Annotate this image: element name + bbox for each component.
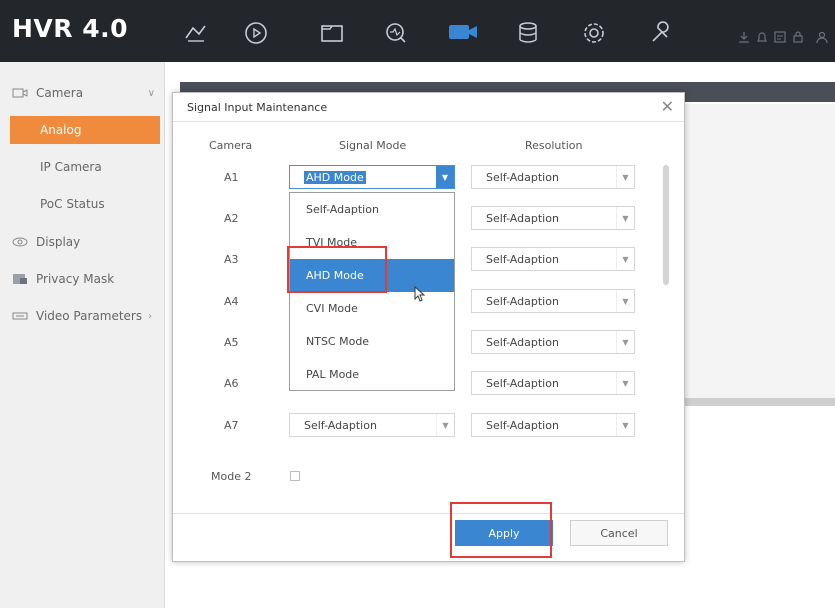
download-icon[interactable] bbox=[737, 29, 751, 43]
divider bbox=[173, 121, 684, 122]
camera-label: A4 bbox=[224, 295, 239, 308]
video-parameters-icon bbox=[12, 310, 28, 322]
camera-label: A2 bbox=[224, 212, 239, 225]
sidebar-item-video-parameters[interactable]: Video Parameters › bbox=[0, 302, 165, 330]
chevron-down-icon: ∨ bbox=[147, 87, 155, 99]
user-icon[interactable] bbox=[815, 29, 829, 44]
camera-label: A6 bbox=[224, 377, 239, 390]
storage-icon[interactable] bbox=[515, 20, 541, 46]
chevron-down-icon: ▼ bbox=[616, 331, 634, 353]
resolution-select-a2[interactable]: Self-Adaption ▼ bbox=[471, 206, 635, 230]
highlight-box bbox=[450, 502, 552, 558]
background-horizontal-scrollbar[interactable] bbox=[683, 398, 835, 406]
camera-label: A3 bbox=[224, 253, 239, 266]
resolution-select-a4[interactable]: Self-Adaption ▼ bbox=[471, 289, 635, 313]
message-icon[interactable] bbox=[773, 29, 787, 43]
sidebar-item-display[interactable]: Display bbox=[0, 228, 165, 256]
camera-label: A7 bbox=[224, 419, 239, 432]
dialog-title: Signal Input Maintenance bbox=[187, 101, 328, 114]
configuration-icon[interactable] bbox=[581, 20, 607, 46]
file-management-icon[interactable] bbox=[319, 20, 345, 46]
sidebar: Camera ∨ Analog IP Camera PoC Status Dis… bbox=[0, 62, 165, 608]
playback-icon[interactable] bbox=[243, 20, 269, 46]
camera-icon[interactable] bbox=[447, 21, 479, 43]
camera-label: A5 bbox=[224, 336, 239, 349]
alarm-icon[interactable] bbox=[755, 29, 769, 43]
smart-analysis-icon[interactable] bbox=[383, 20, 409, 46]
dropdown-option[interactable]: CVI Mode bbox=[290, 292, 454, 325]
sidebar-item-label: PoC Status bbox=[40, 197, 105, 211]
close-icon[interactable]: ✕ bbox=[661, 97, 674, 116]
sidebar-item-label: IP Camera bbox=[40, 160, 102, 174]
chevron-down-icon: ▼ bbox=[616, 290, 634, 312]
sidebar-item-label: Camera bbox=[36, 86, 84, 100]
sidebar-item-label: Analog bbox=[40, 123, 82, 137]
divider bbox=[173, 513, 684, 514]
dropdown-option[interactable]: NTSC Mode bbox=[290, 325, 454, 358]
mode2-checkbox[interactable] bbox=[290, 471, 300, 481]
resolution-select-a1[interactable]: Self-Adaption ▼ bbox=[471, 165, 635, 189]
signal-mode-select-a1[interactable]: AHD Mode ▼ bbox=[289, 165, 455, 189]
resolution-select-a7[interactable]: Self-Adaption ▼ bbox=[471, 413, 635, 437]
maintenance-icon[interactable] bbox=[647, 20, 673, 46]
top-navigation-bar: HVR 4.0 bbox=[0, 0, 835, 62]
mouse-cursor-icon bbox=[414, 285, 426, 302]
dialog-scrollbar[interactable] bbox=[663, 165, 669, 285]
mode2-label: Mode 2 bbox=[211, 470, 252, 483]
live-view-icon[interactable] bbox=[183, 20, 209, 46]
app-logo: HVR 4.0 bbox=[12, 14, 129, 43]
dropdown-option[interactable]: Self-Adaption bbox=[290, 193, 454, 226]
chevron-down-icon: ▼ bbox=[616, 372, 634, 394]
sidebar-item-label: Video Parameters bbox=[36, 309, 143, 323]
signal-mode-select-a7[interactable]: Self-Adaption ▼ bbox=[289, 413, 455, 437]
lock-icon[interactable] bbox=[791, 29, 805, 43]
column-header-resolution: Resolution bbox=[525, 139, 583, 152]
chevron-down-icon: ▼ bbox=[436, 166, 454, 188]
resolution-select-a5[interactable]: Self-Adaption ▼ bbox=[471, 330, 635, 354]
chevron-right-icon: › bbox=[148, 310, 153, 322]
chevron-down-icon: ▼ bbox=[616, 166, 634, 188]
display-icon bbox=[12, 236, 28, 248]
chevron-down-icon: ▼ bbox=[616, 207, 634, 229]
sidebar-item-camera[interactable]: Camera ∨ bbox=[0, 79, 165, 107]
sidebar-item-analog[interactable]: Analog bbox=[10, 116, 160, 144]
sidebar-item-poc-status[interactable]: PoC Status bbox=[0, 190, 165, 218]
highlight-box bbox=[287, 246, 387, 293]
column-header-signal-mode: Signal Mode bbox=[339, 139, 407, 152]
chevron-down-icon: ▼ bbox=[616, 414, 634, 436]
camera-icon bbox=[12, 87, 28, 99]
sidebar-item-privacy-mask[interactable]: Privacy Mask bbox=[0, 265, 165, 293]
chevron-down-icon: ▼ bbox=[616, 248, 634, 270]
privacy-mask-icon bbox=[12, 273, 28, 285]
column-header-camera: Camera bbox=[209, 139, 253, 152]
cancel-button[interactable]: Cancel bbox=[570, 520, 668, 546]
camera-label: A1 bbox=[224, 171, 239, 184]
dropdown-option[interactable]: PAL Mode bbox=[290, 358, 454, 391]
chevron-down-icon: ▼ bbox=[436, 414, 454, 436]
sidebar-item-label: Display bbox=[36, 235, 81, 249]
sidebar-item-label: Privacy Mask bbox=[36, 272, 115, 286]
signal-input-maintenance-dialog: Signal Input Maintenance ✕ Camera Signal… bbox=[172, 92, 685, 562]
sidebar-item-ip-camera[interactable]: IP Camera bbox=[0, 153, 165, 181]
background-table-body bbox=[683, 104, 835, 404]
resolution-select-a6[interactable]: Self-Adaption ▼ bbox=[471, 371, 635, 395]
resolution-select-a3[interactable]: Self-Adaption ▼ bbox=[471, 247, 635, 271]
